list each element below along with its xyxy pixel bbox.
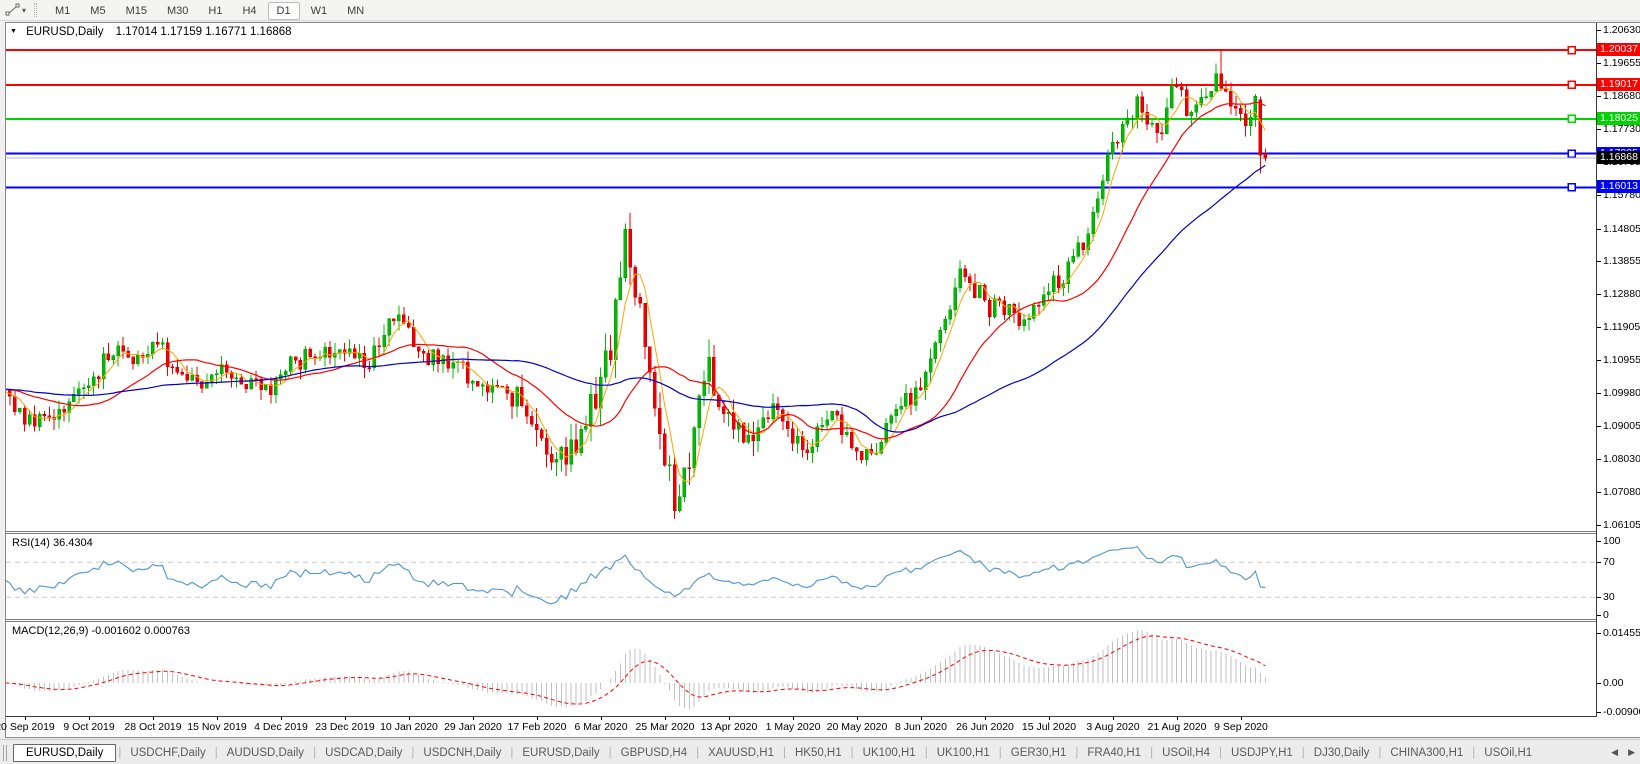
hline-price-label[interactable]: 1.20037 [1597,43,1640,57]
date-axis-tick [409,717,410,720]
date-axis-tick [217,717,218,720]
price-axis-tick [1597,96,1601,98]
price-axis-tick [1597,30,1601,31]
date-axis-tick [89,717,90,720]
price-axis-tick-label: 1.18680 [1603,90,1640,103]
date-label: 17 Feb 2020 [507,721,567,733]
date-axis-tick [153,717,154,720]
date-label: 25 Mar 2020 [635,721,695,733]
date-label: 3 Aug 2020 [1086,721,1140,733]
macd-axis-tick [1597,633,1601,634]
price-axis-tick-label: 1.13855 [1603,254,1640,267]
hline-price-label[interactable]: 1.19017 [1597,77,1640,91]
macd-axis-tick [1597,683,1601,684]
rsi-axis-tick [1597,615,1601,616]
date-axis-tick [601,717,602,720]
price-axis-tick [1597,392,1601,394]
date-axis-tick [985,717,986,720]
price-axis-tick [1597,63,1601,65]
date-axis-tick [729,717,730,720]
date-axis-tick [665,717,666,720]
price-axis-tick-label: 1.14805 [1603,222,1640,235]
price-axis-tick [1597,459,1601,461]
price-axis-tick [1597,426,1601,428]
hline-price-label[interactable]: 1.16013 [1597,180,1640,194]
date-label: 15 Nov 2019 [187,721,247,733]
price-axis-tick [1597,228,1601,230]
rsi-axis-tick-label: 70 [1603,556,1615,569]
rsi-axis-tick-label: 30 [1603,591,1615,604]
date-axis-tick [1049,717,1050,720]
date-label: 23 Dec 2019 [315,721,375,733]
date-label: 26 Jun 2020 [956,721,1014,733]
rsi-axis-tick [1597,562,1601,564]
date-label: 15 Jul 2020 [1021,721,1077,733]
macd-axis-tick [1597,712,1601,713]
date-axis-tick [793,717,794,720]
mt4-application-window: ▾ M1 M5 M15 M30 H1 H4 D1 W1 MN ▼ EURUSD,Daily 1.… [0,0,1640,764]
price-axis-tick [1597,491,1601,493]
current-price-label: 1.16868 [1597,151,1640,165]
rsi-axis-tick [1597,541,1601,542]
price-axis-tick [1597,260,1601,262]
date-label: 21 Aug 2020 [1147,721,1207,733]
date-axis-tick [281,717,282,720]
price-axis-tick-label: 1.09980 [1603,386,1640,399]
price-axis-tick [1597,294,1601,296]
date-label: 10 Jan 2020 [380,721,438,733]
date-label: 8 Jun 2020 [895,721,947,733]
date-label: 20 May 2020 [826,721,888,733]
price-axis-tick-label: 1.11905 [1603,321,1640,334]
macd-axis-tick-label: 0.014556 [1603,627,1640,639]
price-axis-tick-label: 1.10955 [1603,353,1640,366]
date-label: 13 Apr 2020 [700,721,758,733]
price-axis-tick [1597,195,1601,197]
price-axis-tick [1597,327,1601,329]
price-axis-tick-label: 1.08030 [1603,453,1640,466]
date-label: 29 Jan 2020 [444,721,502,733]
date-label: 4 Dec 2019 [254,721,308,733]
rsi-axis-tick-label: 0 [1603,609,1609,621]
price-axis-tick [1597,525,1601,526]
date-axis-tick [1113,717,1114,720]
date-label: 9 Oct 2019 [63,721,115,733]
date-label: 9 Sep 2020 [1214,721,1268,733]
date-axis-tick [537,717,538,720]
price-axis-tick-label: 1.07080 [1603,485,1640,498]
date-axis-tick [345,717,346,720]
price-axis-tick [1597,128,1601,130]
price-axis-tick-label: 1.12880 [1603,288,1640,301]
rsi-axis-tick [1597,597,1601,599]
date-axis-tick [473,717,474,720]
date-axis-tick [921,717,922,720]
date-axis-tick [1177,717,1178,720]
price-axis-tick-label: 1.09005 [1603,420,1640,433]
date-axis-tick [25,717,26,720]
macd-axis-tick-label: -0.009001 [1603,706,1640,718]
price-axis-tick-label: 1.06105 [1603,519,1640,531]
axis-labels-layer: 1.206301.196551.186801.177301.167551.157… [0,0,1640,764]
date-label: 6 Mar 2020 [574,721,628,733]
date-label: 20 Sep 2019 [0,721,55,733]
date-axis-tick [1241,717,1242,720]
price-axis-tick [1597,359,1601,361]
price-axis-tick-label: 1.19655 [1603,57,1640,70]
macd-axis-tick-label: 0.00 [1603,677,1624,689]
hline-price-label[interactable]: 1.18025 [1597,111,1640,125]
price-axis-tick-label: 1.20630 [1603,24,1640,36]
date-axis-tick [857,717,858,720]
rsi-axis-tick-label: 100 [1603,535,1621,547]
date-label: 28 Oct 2019 [124,721,182,733]
date-label: 1 May 2020 [765,721,821,733]
